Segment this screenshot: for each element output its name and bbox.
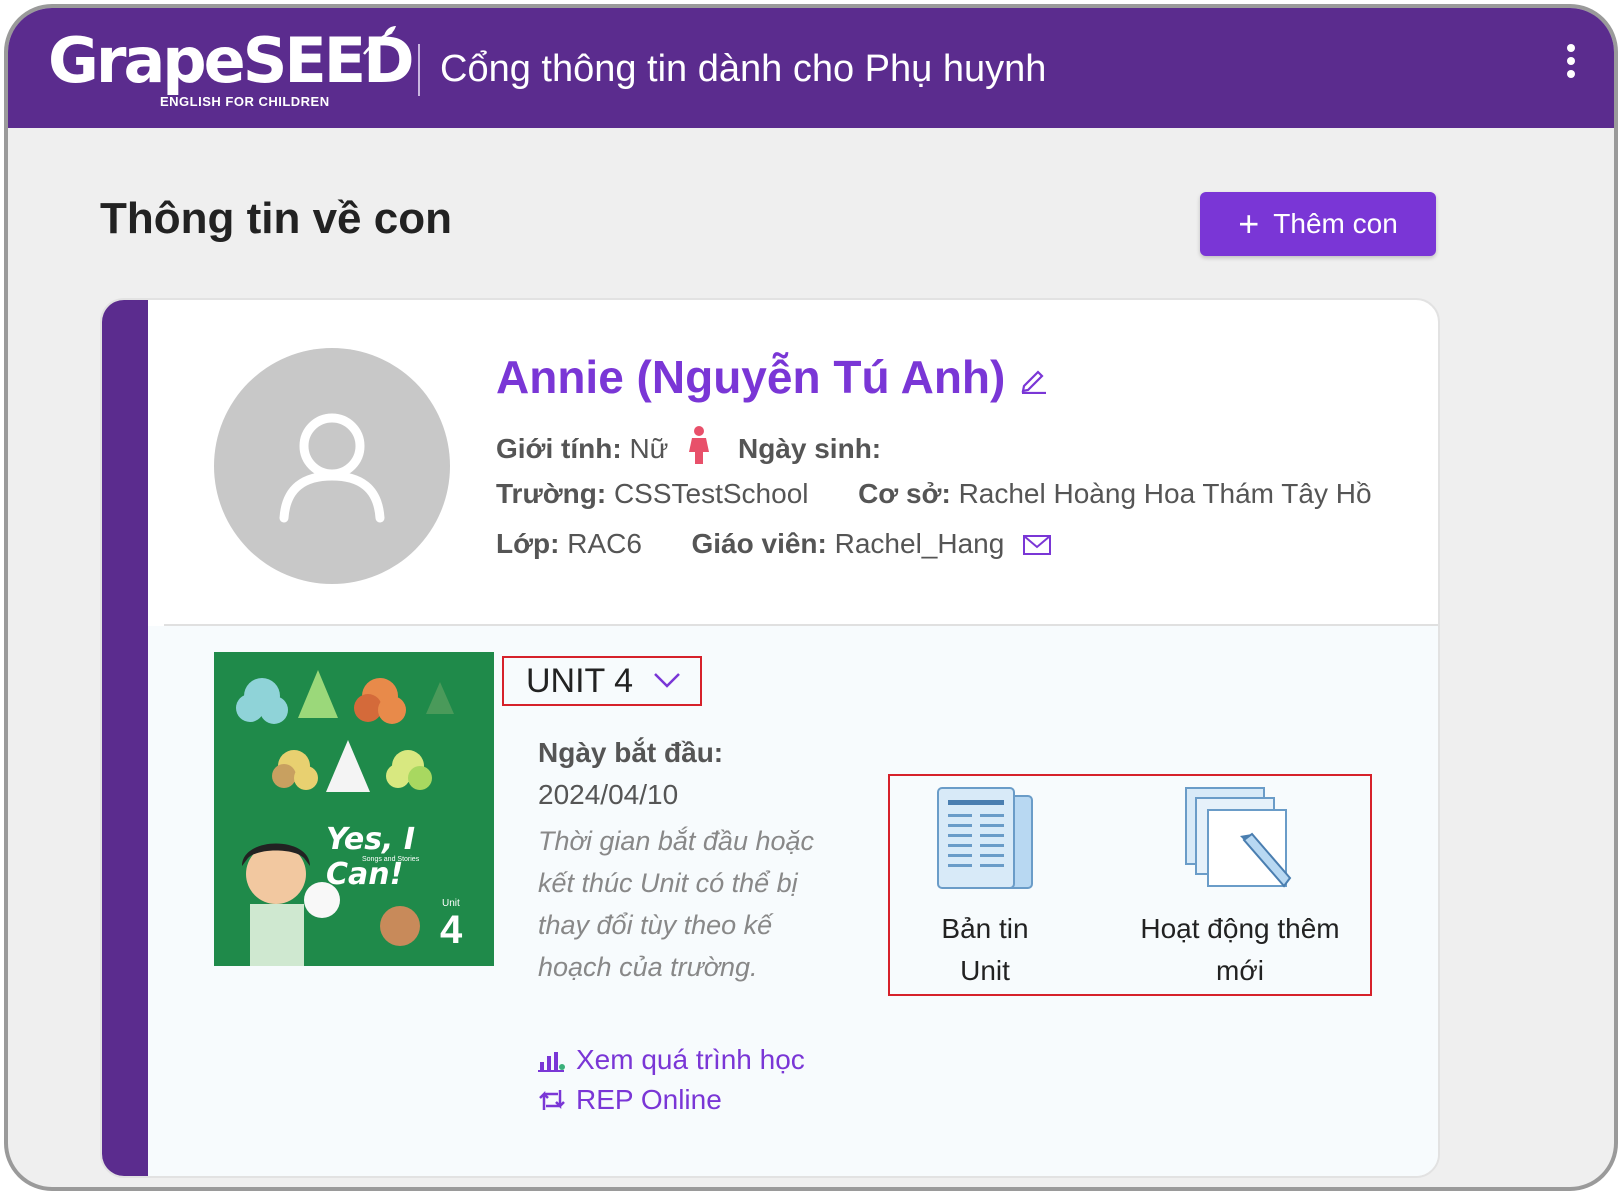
header-divider <box>418 44 420 96</box>
class-teacher-row: Lớp: RAC6 Giáo viên: Rachel_Hang <box>496 528 1052 560</box>
start-date: Ngày bắt đầu: 2024/04/10 <box>538 732 818 816</box>
view-progress-link[interactable]: Xem quá trình học <box>538 1044 805 1076</box>
add-child-label: Thêm con <box>1273 208 1398 239</box>
schedule-note: Thời gian bắt đầu hoặc kết thúc Unit có … <box>538 826 815 982</box>
more-menu-icon[interactable] <box>1564 44 1578 84</box>
gender-birthday-row: Giới tính: Nữ Ngày sinh: <box>496 426 881 465</box>
start-date-value: 2024/04/10 <box>538 779 679 810</box>
school-campus-row: Trường: CSSTestSchool Cơ sở: Rachel Hoàn… <box>496 478 1372 510</box>
activities-label-line1: Hoạt động thêm <box>1140 913 1340 944</box>
page-title: Thông tin về con <box>100 194 452 243</box>
bar-chart-icon <box>538 1052 565 1072</box>
unit-selected-value: UNIT 4 <box>526 661 634 700</box>
child-name: Annie (Nguyễn Tú Anh) <box>496 351 1006 403</box>
female-icon <box>689 426 710 464</box>
rep-online-label: REP Online <box>576 1084 722 1115</box>
class-label: Lớp: <box>496 528 560 559</box>
school-label: Trường: <box>496 478 607 509</box>
plus-icon: + <box>1238 203 1260 244</box>
gender-label: Giới tính: <box>496 433 622 464</box>
newsletter-label-line2: Unit <box>960 955 1010 986</box>
logo-tagline: ENGLISH FOR CHILDREN <box>160 94 330 109</box>
class-value: RAC6 <box>567 528 642 559</box>
top-bar: GrapeSEED ENGLISH FOR CHILDREN Cổng thôn… <box>8 8 1614 128</box>
teacher-label: Giáo viên: <box>691 528 827 559</box>
cover-subtitle: Songs and Stories <box>362 856 420 863</box>
rep-online-link[interactable]: REP Online <box>538 1084 722 1116</box>
unit-resources: Bản tin Unit Hoạt động thêm mới <box>888 774 1372 996</box>
edit-icon[interactable] <box>1018 364 1048 394</box>
leaf-icon <box>363 26 396 55</box>
app-frame: GrapeSEED ENGLISH FOR CHILDREN Cổng thôn… <box>4 4 1618 1191</box>
section-divider <box>164 624 1438 626</box>
cover-unit-number: 4 <box>440 908 463 952</box>
user-icon <box>279 413 385 523</box>
child-card: Annie (Nguyễn Tú Anh) Giới tính: Nữ Ngày… <box>100 298 1440 1178</box>
avatar <box>214 348 450 584</box>
chevron-down-icon <box>654 673 680 688</box>
add-child-button[interactable]: + Thêm con <box>1200 192 1436 256</box>
documents-pencil-icon <box>1185 787 1292 888</box>
newsletter-icon <box>937 787 1033 889</box>
campus-value: Rachel Hoàng Hoa Thám Tây Hồ <box>958 478 1372 509</box>
card-accent-strip <box>102 300 148 1176</box>
unit-cover-image[interactable]: Yes, I Can! Songs and Stories Unit 4 <box>214 652 494 966</box>
newsletter-label-line1: Bản tin <box>941 913 1029 944</box>
sync-arrows-icon <box>539 1090 565 1110</box>
gender-value: Nữ <box>629 433 669 464</box>
activities-label-line2: mới <box>1216 955 1264 986</box>
school-value: CSSTestSchool <box>613 478 809 509</box>
view-progress-label: Xem quá trình học <box>576 1044 805 1075</box>
unit-dropdown[interactable]: UNIT 4 <box>502 656 702 706</box>
teacher-value: Rachel_Hang <box>834 528 1005 559</box>
campus-label: Cơ sở: <box>858 478 951 509</box>
start-date-label: Ngày bắt đầu: <box>538 737 724 768</box>
portal-title: Cổng thông tin dành cho Phụ huynh <box>440 48 1047 90</box>
unit-newsletter-button[interactable]: Bản tin Unit <box>910 776 1060 992</box>
new-activities-button[interactable]: Hoạt động thêm mới <box>1110 776 1370 992</box>
birthday-label: Ngày sinh: <box>737 433 882 464</box>
mail-icon[interactable] <box>1022 533 1052 557</box>
grapeseed-logo[interactable]: GrapeSEED ENGLISH FOR CHILDREN <box>48 26 415 120</box>
